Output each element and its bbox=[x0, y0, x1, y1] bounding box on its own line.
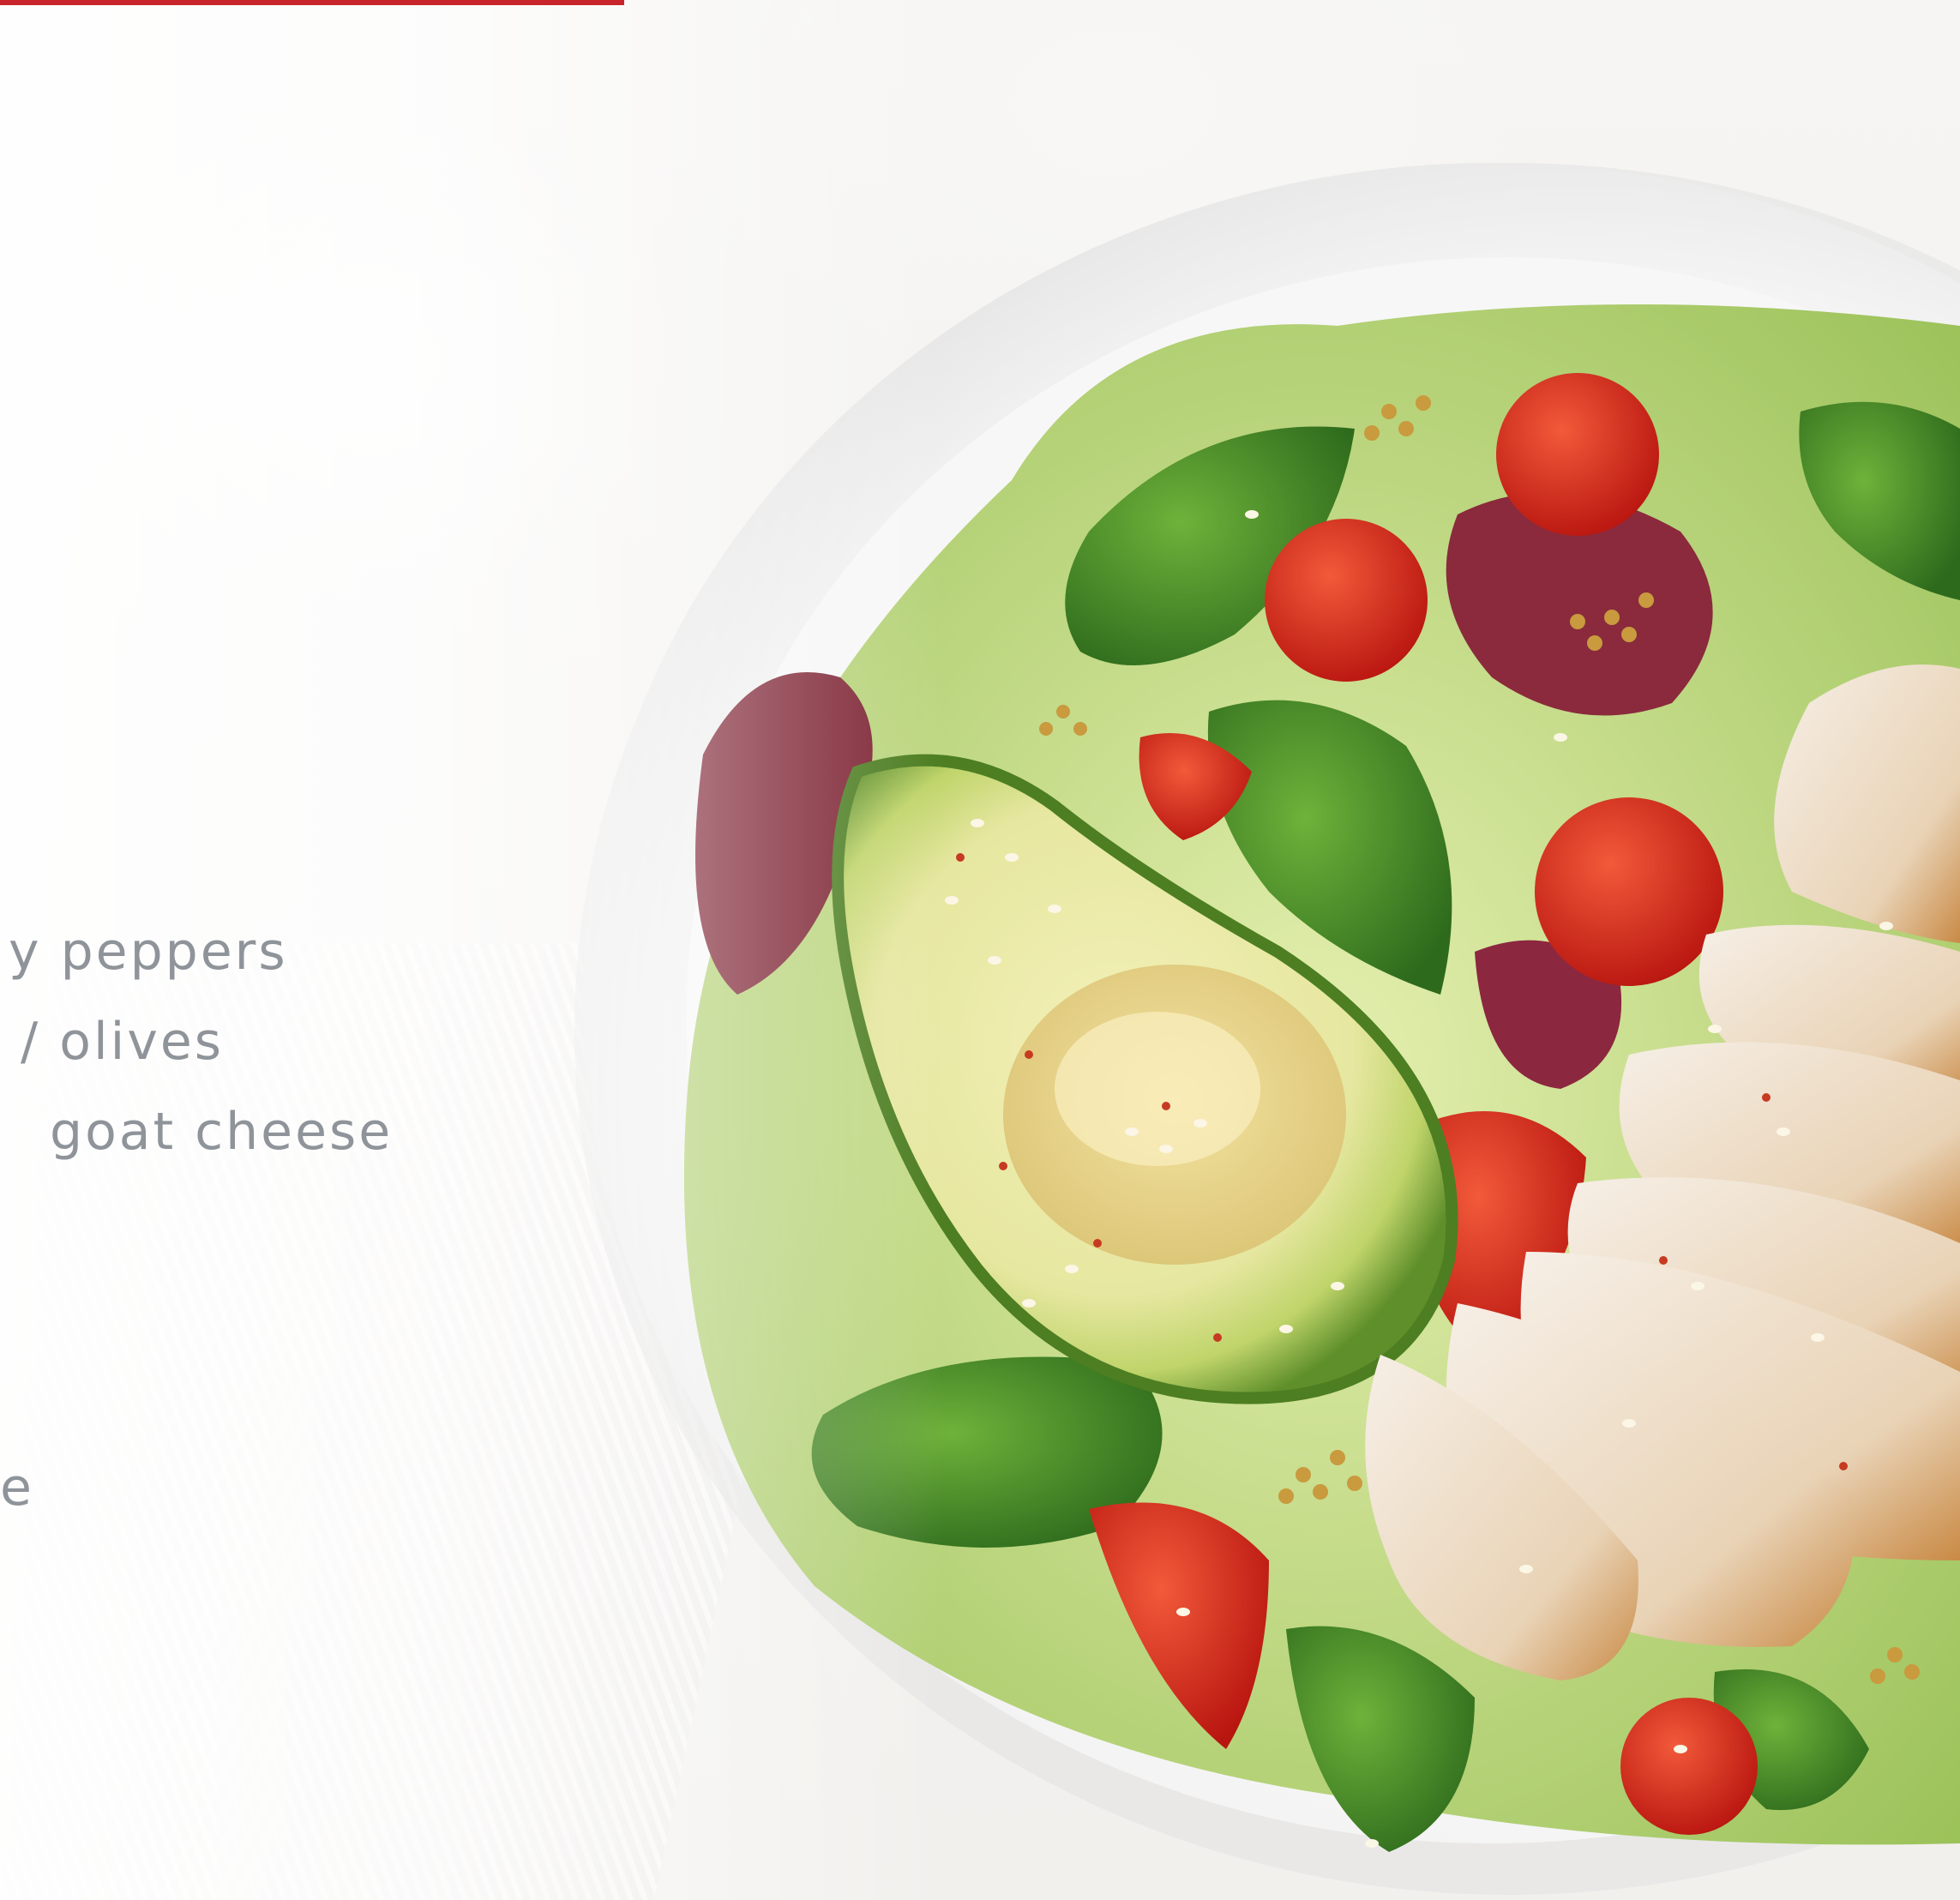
salad-bowl-illustration bbox=[574, 163, 1960, 1895]
accent-bar bbox=[0, 0, 624, 5]
salad-bowl-photo-page: y peppers / olives goat cheese e bbox=[0, 0, 1960, 1900]
menu-line-olives: / olives bbox=[21, 1012, 225, 1072]
menu-line-goat-cheese: goat cheese bbox=[50, 1102, 394, 1162]
menu-line-peppers: y peppers bbox=[9, 922, 288, 982]
menu-line-fragment: e bbox=[0, 1458, 34, 1518]
